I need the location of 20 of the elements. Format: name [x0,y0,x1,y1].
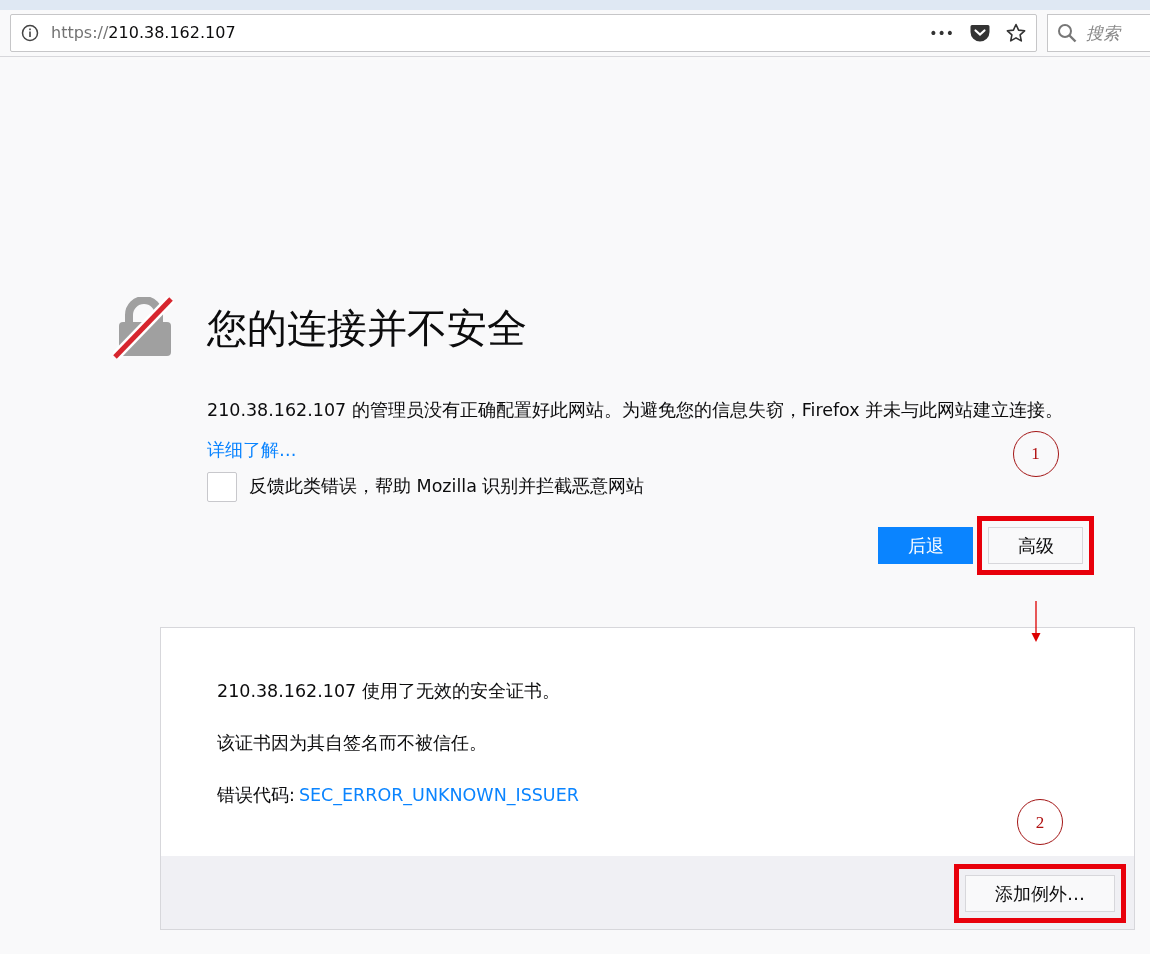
add-exception-button[interactable]: 添加例外… [965,875,1115,913]
star-icon[interactable] [1006,23,1026,43]
error-description: 210.38.162.107 的管理员没有正确配置好此网站。为避免您的信息失窃，Firefox 并未与此网站建立连接。 [207,399,1065,422]
page-actions-menu[interactable]: ••• [929,22,954,44]
address-bar[interactable]: https://210.38.162.107 ••• [10,14,1037,52]
url-text: https://210.38.162.107 [51,22,236,44]
pocket-icon[interactable] [970,24,990,42]
error-code-label: 错误代码: [217,784,295,807]
broken-lock-icon [113,297,175,359]
page-title: 您的连接并不安全 [207,308,527,348]
certificate-message: 该证书因为其自签名而不被信任。 [217,731,488,755]
advanced-button[interactable]: 高级 [988,526,1083,564]
search-icon [1057,23,1077,43]
report-checkbox[interactable] [207,471,237,502]
certificate-message: 210.38.162.107 使用了无效的安全证书。 [217,679,561,703]
info-icon[interactable] [21,24,39,42]
error-code-link[interactable]: SEC_ERROR_UNKNOWN_ISSUER [298,782,579,809]
checkbox-label: 反馈此类错误，帮助 Mozilla 识别并拦截恶意网站 [249,475,645,499]
search-field[interactable]: 搜索 [1047,14,1150,52]
go-back-button[interactable]: 后退 [878,526,973,564]
